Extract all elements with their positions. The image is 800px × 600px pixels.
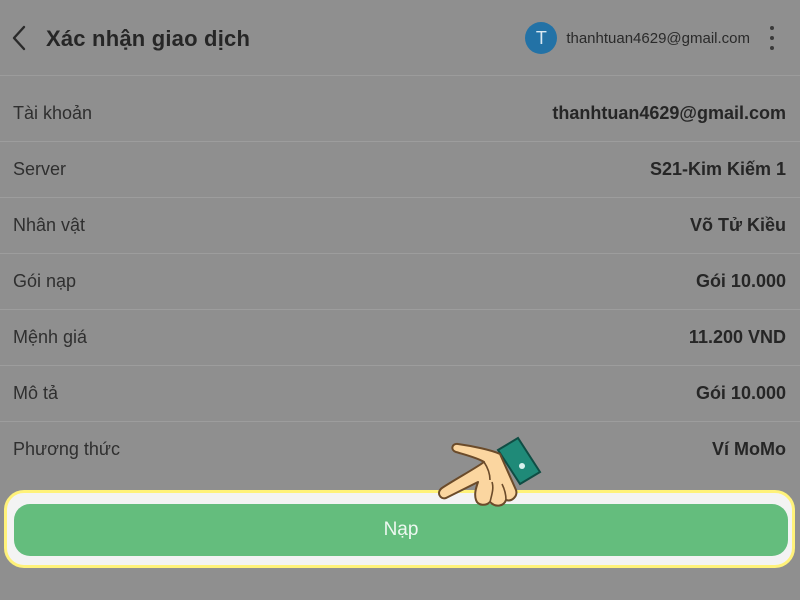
detail-row-server: Server S21-Kim Kiếm 1	[0, 142, 800, 198]
chevron-left-icon	[12, 25, 26, 51]
account-chip[interactable]: T thanhtuan4629@gmail.com	[525, 22, 750, 54]
detail-value: Gói 10.000	[695, 271, 786, 291]
page-title: Xác nhận giao dịch	[46, 26, 251, 51]
vertical-dots-icon	[770, 26, 774, 30]
detail-row-character: Nhân vật Võ Tử Kiều	[0, 198, 800, 254]
back-button[interactable]	[8, 22, 32, 54]
detail-label: Nhân vật	[13, 215, 86, 235]
submit-highlight: Nạp	[4, 490, 795, 568]
detail-label: Mô tả	[13, 383, 59, 403]
detail-row-denomination: Mệnh giá 11.200 VND	[0, 310, 800, 366]
avatar: T	[525, 22, 558, 54]
app-header: Xác nhận giao dịch T thanhtuan4629@gmail…	[0, 0, 800, 76]
detail-label: Phương thức	[13, 439, 120, 459]
detail-label: Mệnh giá	[13, 327, 88, 347]
detail-value: 11.200 VND	[688, 327, 786, 347]
account-email: thanhtuan4629@gmail.com	[566, 29, 750, 47]
transaction-details: Tài khoản thanhtuan4629@gmail.com Server…	[0, 86, 800, 478]
more-options-button[interactable]	[762, 26, 782, 50]
detail-label: Server	[13, 159, 67, 179]
detail-value: Võ Tử Kiều	[689, 215, 786, 235]
detail-value: S21-Kim Kiếm 1	[649, 159, 786, 179]
detail-row-package: Gói nạp Gói 10.000	[0, 254, 800, 310]
detail-label: Gói nạp	[13, 271, 77, 291]
transaction-confirmation-screen: Xác nhận giao dịch T thanhtuan4629@gmail…	[0, 0, 800, 600]
detail-row-account: Tài khoản thanhtuan4629@gmail.com	[0, 86, 800, 142]
detail-row-description: Mô tả Gói 10.000	[0, 366, 800, 422]
detail-value: Ví MoMo	[712, 439, 786, 459]
submit-button[interactable]: Nạp	[14, 504, 788, 556]
detail-row-payment-method: Phương thức Ví MoMo	[0, 422, 800, 478]
detail-value: Gói 10.000	[695, 383, 786, 403]
detail-label: Tài khoản	[13, 103, 93, 123]
detail-value: thanhtuan4629@gmail.com	[552, 103, 786, 123]
pointing-hand-icon	[438, 436, 542, 507]
